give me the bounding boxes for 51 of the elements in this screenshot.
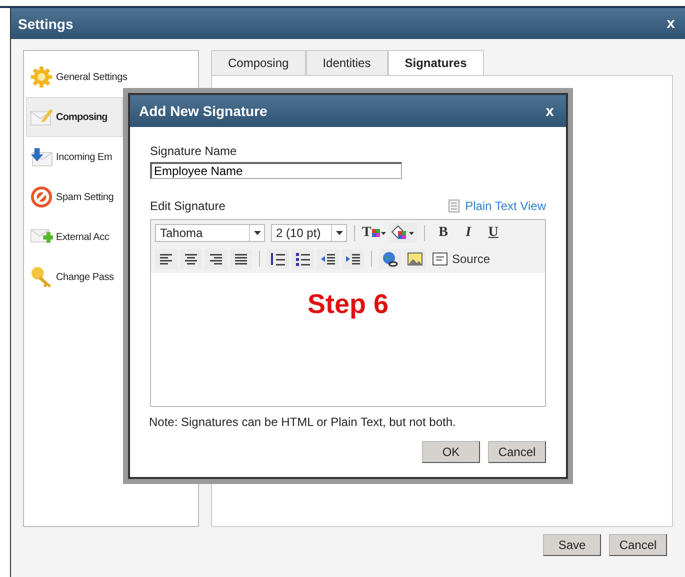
envelope-arrow-icon xyxy=(30,146,53,168)
tab[interactable]: Identities xyxy=(306,50,388,75)
dialog-button[interactable]: OK xyxy=(422,441,480,463)
bullet-list-icon[interactable] xyxy=(292,249,314,269)
editor-text: Step 6 xyxy=(307,289,389,321)
envelope-pencil-icon xyxy=(30,106,53,128)
footer-button[interactable]: Save xyxy=(543,534,601,556)
dialog-title: Add New Signature xyxy=(139,103,268,119)
text-color-button[interactable]: T xyxy=(362,223,386,243)
document-icon xyxy=(448,199,460,213)
fill-color-icon[interactable] xyxy=(389,223,418,243)
gear-icon xyxy=(30,65,53,89)
size-dropdown[interactable]: 2 (10 pt) xyxy=(271,224,347,242)
underline-button[interactable]: U xyxy=(482,223,504,243)
align-center-icon[interactable] xyxy=(180,249,202,269)
color-swatch-icon xyxy=(372,228,386,238)
sidebar-item[interactable]: External Acc xyxy=(26,217,123,257)
no-entry-icon xyxy=(30,185,53,209)
align-right-icon[interactable] xyxy=(205,249,227,269)
sidebar-item[interactable]: Change Pass xyxy=(26,257,123,297)
sidebar-item[interactable]: General Settings xyxy=(26,57,196,97)
justify-icon[interactable] xyxy=(230,249,252,269)
field-label: Edit Signature xyxy=(150,199,226,213)
close-button[interactable]: x xyxy=(666,15,675,32)
globe-link-icon[interactable] xyxy=(379,249,401,269)
caret-icon xyxy=(254,231,260,235)
sidebar-item[interactable]: Incoming Em xyxy=(26,137,123,177)
font-dropdown[interactable]: Tahoma xyxy=(155,224,265,242)
source-icon xyxy=(432,252,448,266)
tab[interactable]: Composing xyxy=(211,50,306,75)
numbered-list-icon[interactable] xyxy=(267,249,289,269)
sidebar-item[interactable]: Composing xyxy=(26,97,123,137)
note-text: Note: Signatures can be HTML or Plain Text, but not both. xyxy=(149,415,457,429)
input-field[interactable]: Employee Name xyxy=(150,162,402,179)
footer-button[interactable]: Cancel xyxy=(609,534,667,556)
outdent-icon[interactable] xyxy=(317,249,339,269)
close-button[interactable]: x xyxy=(546,102,554,120)
caret-icon xyxy=(336,231,342,235)
align-left-icon[interactable] xyxy=(155,249,177,269)
field-label: Signature Name xyxy=(150,144,238,158)
window-title: Settings xyxy=(18,16,74,32)
bold-button[interactable]: B xyxy=(432,223,454,243)
italic-button[interactable]: I xyxy=(457,223,480,243)
dialog-button[interactable]: Cancel xyxy=(488,441,546,463)
plain-text-view-link[interactable]: Plain Text View xyxy=(448,199,546,213)
key-icon xyxy=(30,265,53,289)
image-icon[interactable] xyxy=(404,249,426,269)
indent-icon[interactable] xyxy=(342,249,364,269)
sidebar-item[interactable]: Spam Setting xyxy=(26,177,123,217)
tab[interactable]: Signatures xyxy=(388,50,484,76)
source-button[interactable]: Source xyxy=(429,249,494,269)
